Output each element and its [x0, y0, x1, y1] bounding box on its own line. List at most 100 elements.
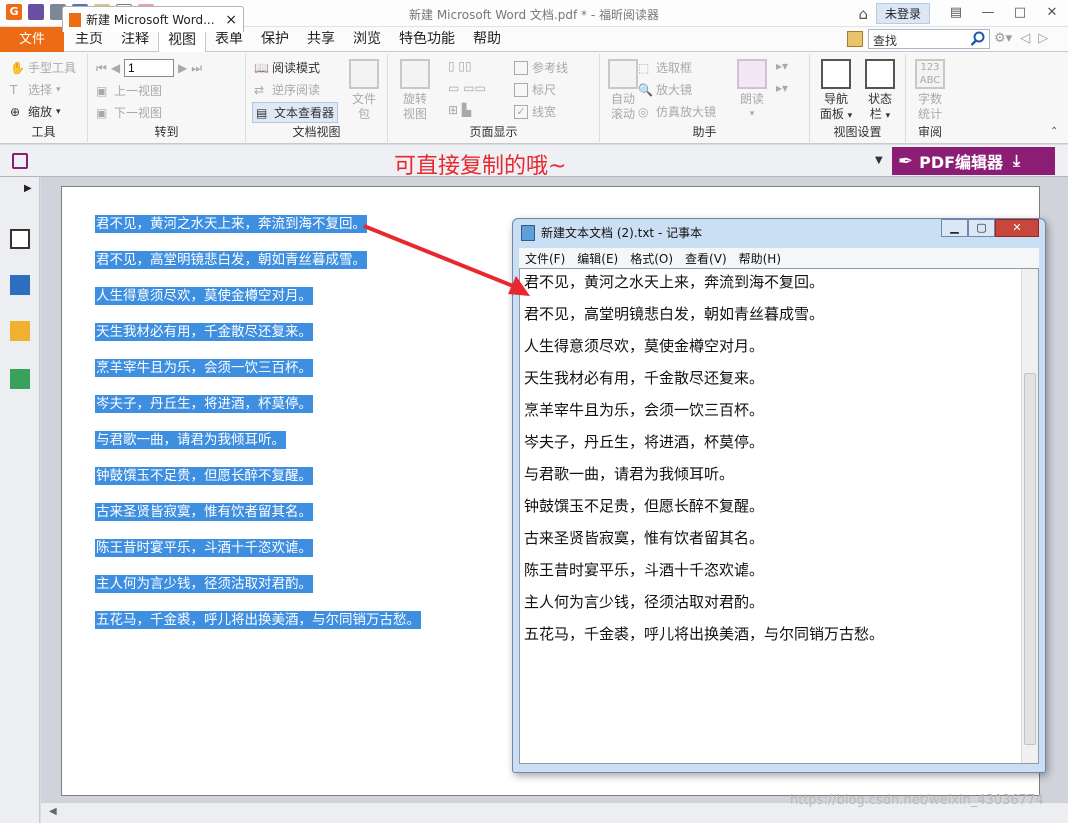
notepad-scroll-thumb[interactable]: [1024, 373, 1036, 745]
tab-browse[interactable]: 浏览: [344, 27, 390, 52]
settings-icon[interactable]: ⚙▾: [994, 31, 1012, 46]
group-label-pagedisplay: 页面显示: [469, 125, 518, 139]
continuous-icon[interactable]: ▭ ▭▭: [448, 81, 486, 95]
pdf-text-line[interactable]: 与君歌一曲，请君为我倾耳听。: [95, 431, 286, 449]
prev-arrow-icon[interactable]: ◁: [1020, 31, 1030, 46]
pdf-text-line[interactable]: 古来圣贤皆寂寞，惟有饮者留其名。: [95, 503, 313, 521]
notepad-text-area[interactable]: 君不见，黄河之水天上来，奔流到海不复回。 君不见，高堂明镜悲白发，朝如青丝暮成雪。…: [519, 268, 1039, 764]
ribbon-collapse-icon[interactable]: ⌃: [1050, 126, 1058, 137]
notepad-text-line: 陈王昔时宴平乐，斗酒十千恣欢谑。: [524, 561, 765, 579]
group-label-viewsettings: 视图设置: [833, 125, 882, 139]
checkmark-icon: ✓: [514, 104, 528, 119]
marquee-button[interactable]: ⬚ 选取框: [638, 59, 692, 76]
first-page-icon[interactable]: ⏮: [96, 61, 107, 76]
group-label-assistant: 助手: [692, 125, 717, 139]
annotation-text: 可直接复制的哦~: [394, 154, 567, 179]
notepad-menu-edit[interactable]: 编辑(E): [571, 248, 624, 268]
notepad-maximize-button[interactable]: ▢: [968, 219, 995, 237]
tab-help[interactable]: 帮助: [464, 27, 510, 52]
page-number-input[interactable]: [124, 59, 175, 77]
group-label-tools: 工具: [31, 125, 56, 139]
reverse-read-button[interactable]: ⇄ 逆序阅读: [254, 81, 320, 98]
expand-arrow-icon[interactable]: ▶: [24, 183, 32, 194]
notepad-menu-format[interactable]: 格式(O): [624, 248, 679, 268]
login-button[interactable]: 未登录: [875, 3, 930, 24]
ruler-checkbox[interactable]: 标尺: [514, 81, 556, 98]
tab-protect[interactable]: 保护: [252, 27, 298, 52]
maximize-button[interactable]: □: [1004, 2, 1036, 26]
next-page-icon[interactable]: ▶: [178, 61, 187, 75]
pdf-editor-button[interactable]: ✒ PDF编辑器 ⤓: [892, 147, 1055, 175]
single-page-icon[interactable]: ▯ ▯▯: [448, 59, 472, 73]
read-aloud-button[interactable]: 朗读 ▾: [734, 59, 770, 122]
shirt-icon[interactable]: ⌂: [858, 5, 868, 23]
tab-share[interactable]: 共享: [298, 27, 344, 52]
text-viewer-button[interactable]: ▤ 文本查看器: [252, 102, 339, 123]
pdf-text-line[interactable]: 烹羊宰牛且为乐，会须一饮三百杯。: [95, 359, 313, 377]
next-arrow-icon[interactable]: ▷: [1038, 31, 1048, 46]
pdf-text-line[interactable]: 钟鼓馔玉不足贵，但愿长醉不复醒。: [95, 467, 313, 485]
nav-panel-button[interactable]: 导航 面板 ▾: [816, 59, 856, 124]
word-count-button[interactable]: 123 ABC 字数 统计: [910, 59, 950, 122]
tab-list-dropdown-icon[interactable]: ▼: [875, 155, 883, 166]
scroll-left-icon[interactable]: ◀: [49, 806, 57, 817]
notepad-scrollbar[interactable]: [1021, 269, 1038, 763]
tab-features[interactable]: 特色功能: [390, 27, 464, 52]
zoom-tool[interactable]: ⊕ 缩放 ▾: [10, 103, 61, 120]
pdf-text-line[interactable]: 君不见，高堂明镜悲白发，朝如青丝暮成雪。: [95, 251, 367, 269]
read-mode-button[interactable]: 📖 阅读模式: [254, 59, 320, 76]
notepad-window[interactable]: 新建文本文档 (2).txt - 记事本 ▁ ▢ ✕ 文件(F) 编辑(E) 格…: [512, 218, 1046, 773]
pdf-text-line[interactable]: 君不见，黄河之水天上来，奔流到海不复回。: [95, 215, 367, 233]
pdf-text-line[interactable]: 岑夫子，丹丘生，将进酒，杯莫停。: [95, 395, 313, 413]
auto-scroll-button[interactable]: 自动 滚动: [606, 59, 640, 122]
file-package-icon: [349, 59, 379, 89]
group-docview: 📖 阅读模式 ⇄ 逆序阅读 ▤ 文本查看器 文件包 文档视图: [246, 54, 388, 142]
notepad-text-line: 岑夫子，丹丘生，将进酒，杯莫停。: [524, 433, 765, 451]
notepad-menu-help[interactable]: 帮助(H): [733, 248, 787, 268]
pages-icon[interactable]: [10, 229, 30, 249]
split-icon[interactable]: ⊞ ▙: [448, 103, 471, 117]
document-tab[interactable]: 新建 Microsoft Word... ×: [62, 6, 244, 32]
file-package-button[interactable]: 文件包: [346, 59, 382, 122]
file-tab[interactable]: 文件: [0, 27, 64, 52]
notepad-menu-file[interactable]: 文件(F): [519, 248, 571, 268]
pdf-text-line[interactable]: 天生我材必有用，千金散尽还复来。: [95, 323, 313, 341]
prev-view-button[interactable]: ▣ 上一视图: [96, 82, 162, 99]
status-bar-button[interactable]: 状态栏 ▾: [862, 59, 898, 124]
notepad-minimize-button[interactable]: ▁: [941, 219, 968, 237]
read-option-2-icon[interactable]: ▸▾: [776, 81, 788, 95]
notepad-text-line: 钟鼓馔玉不足贵，但愿长醉不复醒。: [524, 497, 765, 515]
magnifier-button[interactable]: 🔍 放大镜: [638, 81, 692, 98]
attachments-icon[interactable]: [10, 369, 30, 389]
pdf-text-line[interactable]: 五花马，千金裘，呼儿将出换美酒，与尔同销万古愁。: [95, 611, 421, 629]
last-page-icon[interactable]: ⏭: [191, 61, 202, 76]
magnifier-icon: 🔍: [638, 82, 653, 97]
comments-icon[interactable]: [10, 321, 30, 341]
notepad-menu-view[interactable]: 查看(V): [679, 248, 733, 268]
select-tool[interactable]: T 选择 ▾: [10, 81, 61, 98]
guides-checkbox[interactable]: 参考线: [514, 59, 568, 76]
notepad-icon: [521, 224, 535, 241]
notepad-close-button[interactable]: ✕: [995, 219, 1039, 237]
rotate-view-button[interactable]: 旋转 视图: [396, 59, 434, 122]
read-option-1-icon[interactable]: ▸▾: [776, 59, 788, 73]
sidebar-toggle-icon[interactable]: [12, 153, 28, 169]
close-button[interactable]: ✕: [1036, 2, 1068, 26]
notepad-text-line: 君不见，黄河之水天上来，奔流到海不复回。: [524, 273, 825, 291]
pdf-text-line[interactable]: 陈王昔时宴平乐，斗酒十千恣欢谑。: [95, 539, 313, 557]
close-tab-icon[interactable]: ×: [225, 12, 237, 28]
group-label-docview: 文档视图: [292, 125, 341, 139]
search-icon[interactable]: [970, 31, 986, 47]
hand-tool[interactable]: ✋ 手型工具: [10, 59, 76, 76]
find-doc-icon[interactable]: [847, 31, 863, 47]
checkbox-icon: [514, 60, 528, 75]
linewidth-checkbox[interactable]: ✓ 线宽: [514, 103, 556, 120]
pdf-text-line[interactable]: 主人何为言少钱，径须沽取对君酌。: [95, 575, 313, 593]
loupe-button[interactable]: ◎ 仿真放大镜: [638, 103, 716, 120]
layers-icon[interactable]: [10, 275, 30, 295]
minimize-button[interactable]: —: [972, 2, 1004, 26]
ribbon-options-icon[interactable]: ▤: [940, 2, 972, 26]
prev-page-icon[interactable]: ◀: [111, 61, 120, 75]
pdf-text-line[interactable]: 人生得意须尽欢，莫使金樽空对月。: [95, 287, 313, 305]
next-view-button[interactable]: ▣ 下一视图: [96, 104, 162, 121]
